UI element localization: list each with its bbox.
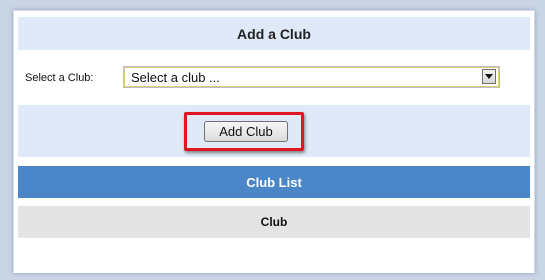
club-list-title: Club List [18,166,530,198]
club-column-header: Club [18,206,530,238]
add-club-button[interactable]: Add Club [204,121,288,142]
club-list-empty-row [18,240,530,270]
select-club-label: Select a Club: [25,72,94,84]
club-select-dropdown[interactable]: Select a club ... [123,66,500,88]
chevron-down-icon[interactable] [482,69,496,84]
add-club-button-row: Add Club [18,105,530,157]
select-club-row: Select a Club: Select a club ... [18,60,530,94]
page-frame: Add a Club Select a Club: Select a club … [0,0,545,280]
club-select-value: Select a club ... [131,70,220,85]
add-club-panel: Add a Club Select a Club: Select a club … [13,10,535,273]
add-club-title: Add a Club [18,17,530,50]
